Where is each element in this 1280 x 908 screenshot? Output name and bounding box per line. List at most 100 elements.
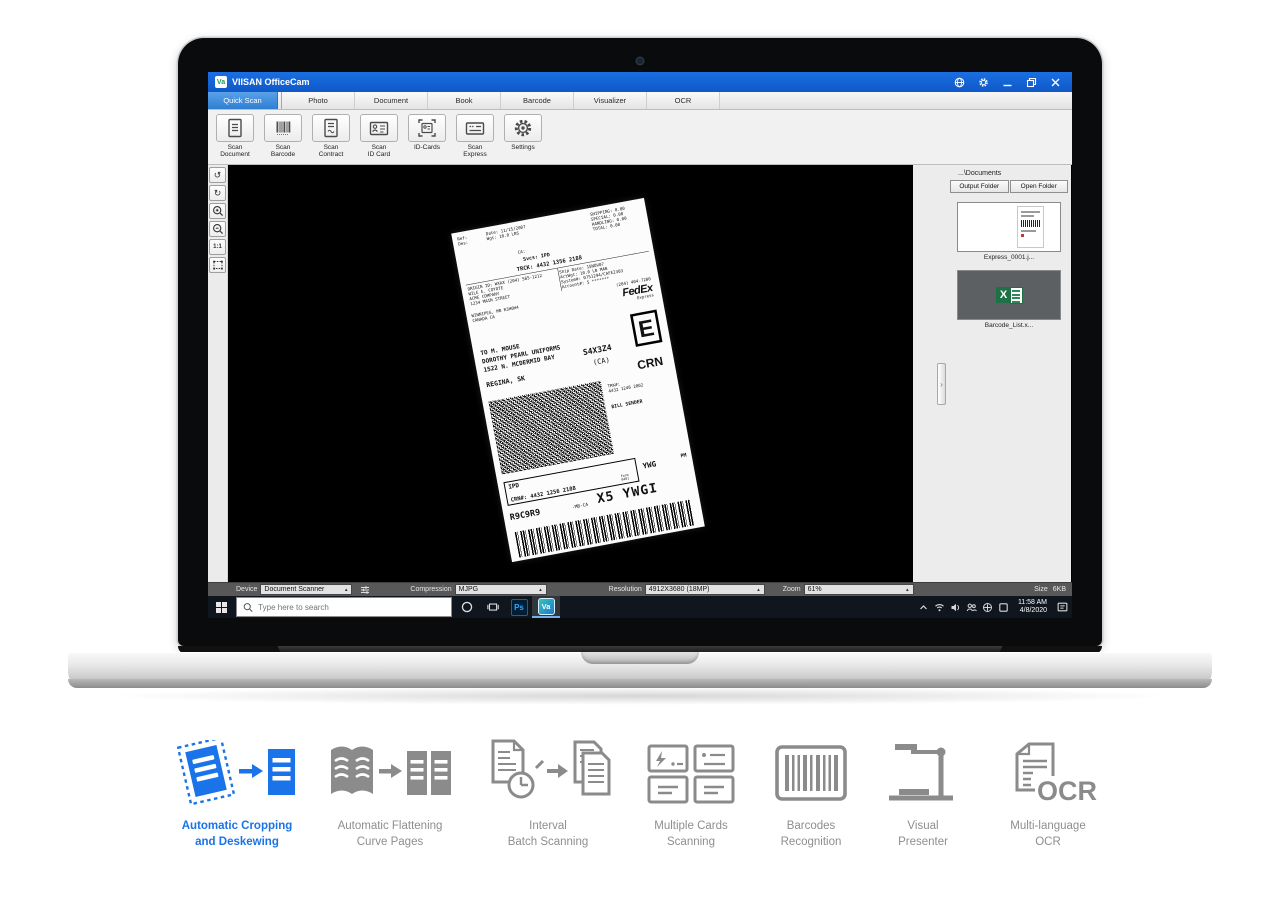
volume-icon[interactable] [950, 602, 961, 613]
output-path: ...\Documents [950, 168, 1068, 180]
tab-document[interactable]: Document [355, 92, 428, 109]
taskbar-search[interactable] [236, 597, 452, 617]
flatten-book-icon [325, 740, 455, 806]
camera-settings-icon[interactable] [360, 585, 370, 595]
titlebar-settings-gear-icon[interactable] [978, 77, 989, 88]
canvas-tool-strip: ↺ ↻ 1:1 [208, 165, 228, 582]
device-dropdown[interactable]: Document Scanner▲ [260, 584, 352, 595]
zoom-in-button[interactable] [209, 203, 226, 219]
windows-logo-icon [216, 602, 227, 613]
taskbar-viisan-active[interactable]: Va [532, 596, 560, 618]
app-window: Va VIISAN OfficeCam Quick Scan Photo Doc… [208, 72, 1072, 618]
toolbar-scan-id-card[interactable]: ScanID Card [356, 114, 402, 164]
feature-interval-batch: IntervalBatch Scanning [483, 736, 613, 850]
ocr-document-icon: OCR [993, 740, 1103, 806]
file-name: Express_0001.j... [950, 254, 1068, 261]
taskbar-photoshop[interactable]: Ps [506, 596, 532, 618]
toolbar-settings[interactable]: Settings [500, 114, 546, 164]
tab-photo[interactable]: Photo [282, 92, 355, 109]
cortana-button[interactable] [454, 596, 480, 618]
toolbar-scan-document[interactable]: ScanDocument [212, 114, 258, 164]
mode-tabbar: Quick Scan Photo Document Book Barcode V… [208, 92, 1072, 110]
documents-panel: ...\Documents Output Folder Open Folder … [950, 168, 1068, 329]
toolbar-scan-barcode[interactable]: ScanBarcode [260, 114, 306, 164]
system-tray: 11:58 AM4/8/2020 [918, 596, 1072, 618]
status-bar: Device Document Scanner▲ Compression MJP… [208, 582, 1072, 596]
open-folder-button[interactable]: Open Folder [1010, 180, 1069, 193]
file-thumbnail-express[interactable] [957, 202, 1061, 252]
minimize-button[interactable] [1002, 77, 1013, 88]
tab-visualizer[interactable]: Visualizer [574, 92, 647, 109]
document-icon [224, 117, 246, 139]
window-title: VIISAN OfficeCam [232, 77, 310, 87]
size-label: Size [1034, 586, 1048, 593]
tab-book[interactable]: Book [428, 92, 501, 109]
dropdown-arrow-icon: ▲ [750, 587, 760, 592]
multiple-cards-icon [641, 740, 741, 806]
tab-quick-scan[interactable]: Quick Scan [208, 92, 278, 109]
1d-barcode [515, 500, 695, 558]
presenter-stand-icon [881, 740, 965, 806]
feature-visual-presenter: VisualPresenter [881, 740, 965, 850]
restore-button[interactable] [1026, 77, 1037, 88]
show-desktop-icon[interactable] [998, 602, 1009, 613]
zoom-in-icon [212, 205, 224, 217]
file-name: Barcode_List.x... [950, 322, 1068, 329]
id-card-icon [368, 117, 390, 139]
taskbar-clock[interactable]: 11:58 AM4/8/2020 [1018, 599, 1047, 615]
toolbar-id-cards[interactable]: ID-Cards [404, 114, 450, 164]
wifi-icon[interactable] [934, 602, 945, 613]
people-icon[interactable] [966, 602, 977, 613]
id-cards-frame-icon [416, 117, 438, 139]
actual-size-button[interactable]: 1:1 [209, 239, 226, 255]
2d-barcode [488, 381, 614, 475]
toolbar-scan-express[interactable]: ScanExpress [452, 114, 498, 164]
zoom-out-icon [212, 223, 224, 235]
search-icon [243, 602, 253, 613]
compression-dropdown[interactable]: MJPG▲ [455, 584, 547, 595]
svg-text:OCR: OCR [1037, 776, 1097, 806]
laptop-base [68, 652, 1212, 688]
zoom-dropdown[interactable]: 61%▲ [804, 584, 914, 595]
windows-taskbar: Ps Va 11:58 AM4/8/2020 [208, 596, 1072, 618]
mini-label-preview [1017, 206, 1044, 248]
tray-chevron-icon[interactable] [918, 602, 929, 613]
zoom-label: Zoom [783, 586, 801, 593]
laptop-shadow [100, 687, 1180, 705]
close-button[interactable] [1050, 77, 1061, 88]
barcode-icon [272, 117, 294, 139]
notification-center-icon[interactable] [1056, 601, 1069, 613]
tab-barcode[interactable]: Barcode [501, 92, 574, 109]
viisan-icon: Va [538, 598, 555, 615]
panel-collapse-handle[interactable]: › [937, 363, 946, 405]
toolbar-scan-contract[interactable]: ScanContract [308, 114, 354, 164]
file-thumbnail-excel[interactable]: X [957, 270, 1061, 320]
interval-batch-icon [483, 736, 613, 806]
resolution-dropdown[interactable]: 4912X3680 (18MP)▲ [645, 584, 765, 595]
barcode-frame-icon [769, 740, 853, 806]
input-language-icon[interactable] [982, 602, 993, 613]
zoom-out-button[interactable] [209, 221, 226, 237]
task-view-button[interactable] [480, 596, 506, 618]
feature-multiple-cards: Multiple CardsScanning [641, 740, 741, 850]
start-button[interactable] [208, 596, 234, 618]
rotate-left-button[interactable]: ↺ [209, 167, 226, 183]
rotate-right-button[interactable]: ↻ [209, 185, 226, 201]
crop-select-button[interactable] [209, 257, 226, 273]
webcam-dot [637, 58, 643, 64]
photoshop-icon: Ps [511, 599, 528, 616]
search-input[interactable] [258, 603, 445, 612]
output-folder-button[interactable]: Output Folder [950, 180, 1009, 193]
toolbar: ScanDocument ScanBarcode ScanContract Sc… [208, 110, 1072, 165]
feature-row: Automatic Croppingand Deskewing Automati… [0, 736, 1280, 850]
excel-icon: X [996, 287, 1023, 304]
language-globe-icon[interactable] [954, 77, 965, 88]
sort-code-box: E [630, 310, 663, 347]
feature-barcodes-recognition: BarcodesRecognition [769, 740, 853, 850]
feature-multilanguage-ocr: OCR Multi-languageOCR [993, 740, 1103, 850]
preview-canvas[interactable]: Ref:Des: Date: 11/15/2007Wgt: 10.0 LBS S… [228, 165, 913, 582]
resolution-label: Resolution [609, 586, 642, 593]
tab-ocr[interactable]: OCR [647, 92, 720, 109]
dropdown-arrow-icon: ▲ [899, 587, 909, 592]
feature-auto-cropping: Automatic Croppingand Deskewing [177, 740, 297, 850]
